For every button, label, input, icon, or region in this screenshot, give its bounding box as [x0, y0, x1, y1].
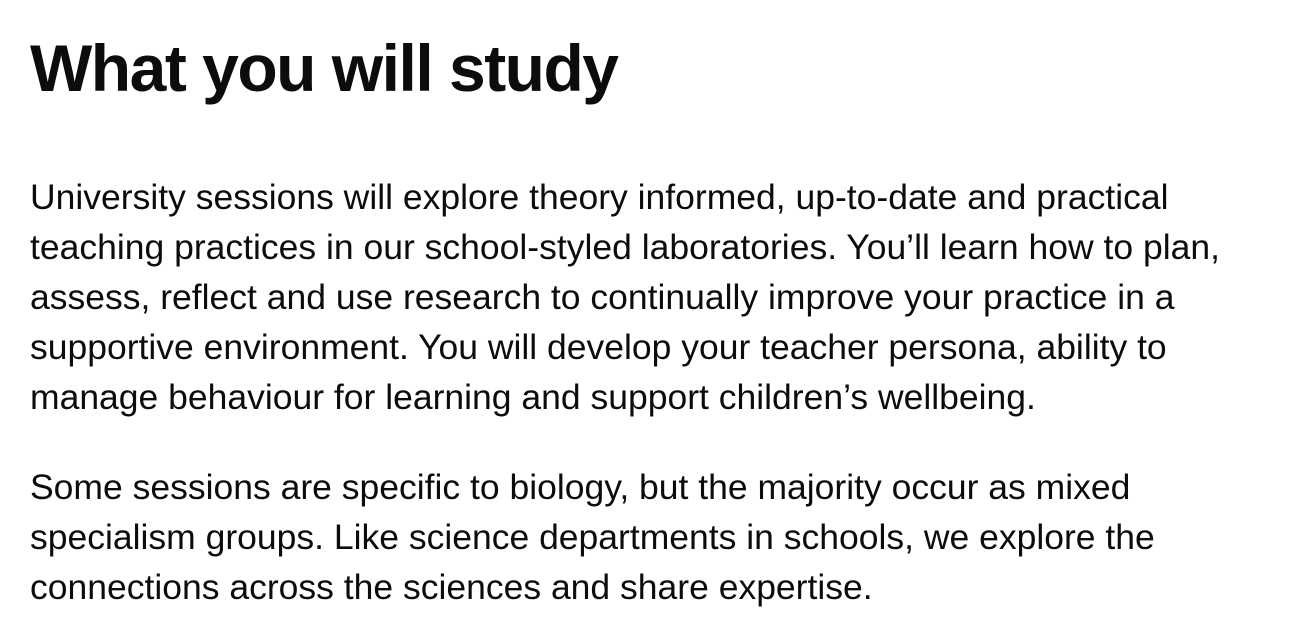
study-groups-paragraph: Some sessions are specific to biology, b…	[30, 467, 1155, 607]
study-section: What you will study University sessions …	[30, 28, 1280, 612]
study-description-paragraph: University sessions will explore theory …	[30, 177, 1220, 417]
section-heading: What you will study	[30, 31, 619, 105]
